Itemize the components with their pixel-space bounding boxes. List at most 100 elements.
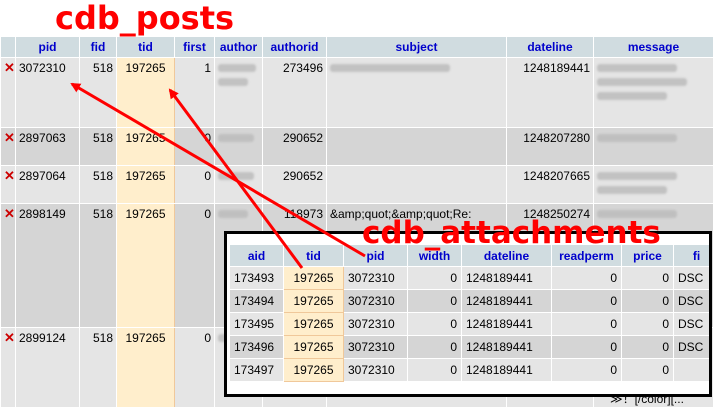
attachments-table: aid tid pid width dateline readperm pric… <box>229 244 709 382</box>
cell-filename: DSC <box>673 289 709 313</box>
cell-pid: 2899124 <box>15 327 80 408</box>
cell-price: 0 <box>621 335 674 359</box>
cell-first: 0 <box>174 127 215 166</box>
cell-pid: 2898149 <box>15 203 80 328</box>
cell-dateline: 1248189441 <box>461 335 552 359</box>
cell-aid: 173494 <box>229 289 284 313</box>
cell-filename: DSC <box>673 335 709 359</box>
posts-header-row: pid fid tid first author authorid subjec… <box>0 36 713 58</box>
cell-authorid: 290652 <box>262 165 327 204</box>
cell-pid: 3072310 <box>343 266 408 290</box>
cell-price: 0 <box>621 312 674 336</box>
delete-icon[interactable]: ✕ <box>0 327 16 408</box>
cell-fid: 518 <box>79 203 117 328</box>
cell-author-redacted <box>214 165 263 204</box>
cell-subject-redacted <box>326 57 507 128</box>
cell-tid: 197265 <box>116 327 175 408</box>
cell-dateline: 1248189441 <box>461 312 552 336</box>
cell-aid: 173495 <box>229 312 284 336</box>
table-row: ✕ 2897064 518 197265 0 290652 1248207665 <box>0 165 713 204</box>
posts-header-first[interactable]: first <box>174 36 215 58</box>
cell-width: 0 <box>407 312 462 336</box>
cell-author-redacted <box>214 127 263 166</box>
cell-first: 0 <box>174 165 215 204</box>
cell-dateline: 1248207665 <box>506 165 594 204</box>
posts-header-authorid[interactable]: authorid <box>262 36 327 58</box>
cell-pid: 2897064 <box>15 165 80 204</box>
attach-header-filename[interactable]: fi <box>673 244 709 267</box>
posts-header-fid[interactable]: fid <box>79 36 117 58</box>
cell-tid: 197265 <box>283 266 344 290</box>
cell-readperm: 0 <box>551 312 622 336</box>
cell-pid: 3072310 <box>343 358 408 382</box>
cell-filename: DSC <box>673 312 709 336</box>
table-row: ✕ 3072310 518 197265 1 273496 1248189441 <box>0 57 713 128</box>
cell-first: 0 <box>174 203 215 328</box>
cell-first: 0 <box>174 327 215 408</box>
cell-aid: 173496 <box>229 335 284 359</box>
cell-message-redacted <box>593 57 713 128</box>
cell-pid: 2897063 <box>15 127 80 166</box>
cell-price: 0 <box>621 358 674 382</box>
delete-icon[interactable]: ✕ <box>0 165 16 204</box>
cell-readperm: 0 <box>551 358 622 382</box>
attachments-panel: aid tid pid width dateline readperm pric… <box>224 231 712 397</box>
cell-pid: 3072310 <box>343 312 408 336</box>
table-row: 173493 197265 3072310 0 1248189441 0 0 D… <box>229 266 709 290</box>
table-row: ✕ 2897063 518 197265 0 290652 1248207280 <box>0 127 713 166</box>
cell-aid: 173497 <box>229 358 284 382</box>
cell-tid: 197265 <box>283 358 344 382</box>
attachments-table-title: cdb_attachments <box>362 215 661 251</box>
cell-authorid: 273496 <box>262 57 327 128</box>
cell-tid: 197265 <box>116 127 175 166</box>
posts-header-tid[interactable]: tid <box>116 36 175 58</box>
cell-tid: 197265 <box>116 165 175 204</box>
cell-pid: 3072310 <box>343 335 408 359</box>
cell-tid: 197265 <box>116 203 175 328</box>
cell-price: 0 <box>621 266 674 290</box>
cell-fid: 518 <box>79 127 117 166</box>
attach-header-aid[interactable]: aid <box>229 244 284 267</box>
cell-message-redacted <box>593 127 713 166</box>
cell-fid: 518 <box>79 327 117 408</box>
cell-tid: 197265 <box>116 57 175 128</box>
cell-readperm: 0 <box>551 335 622 359</box>
posts-header-author[interactable]: author <box>214 36 263 58</box>
posts-header-subject[interactable]: subject <box>326 36 507 58</box>
cell-fid: 518 <box>79 57 117 128</box>
cell-author-redacted <box>214 57 263 128</box>
cell-subject <box>326 127 507 166</box>
table-row: 173497 197265 3072310 0 1248189441 0 0 <box>229 358 709 382</box>
cell-message-redacted <box>593 165 713 204</box>
attach-header-tid[interactable]: tid <box>283 244 344 267</box>
cell-dateline: 1248189441 <box>461 358 552 382</box>
cell-tid: 197265 <box>283 289 344 313</box>
posts-header-action <box>0 36 16 58</box>
delete-icon[interactable]: ✕ <box>0 203 16 328</box>
posts-header-pid[interactable]: pid <box>15 36 80 58</box>
cell-dateline: 1248189441 <box>461 289 552 313</box>
table-row: 173495 197265 3072310 0 1248189441 0 0 D… <box>229 312 709 336</box>
cell-dateline: 1248189441 <box>461 266 552 290</box>
cell-dateline: 1248207280 <box>506 127 594 166</box>
delete-icon[interactable]: ✕ <box>0 57 16 128</box>
cell-subject <box>326 165 507 204</box>
cell-price: 0 <box>621 289 674 313</box>
posts-header-dateline[interactable]: dateline <box>506 36 594 58</box>
cell-authorid: 290652 <box>262 127 327 166</box>
cell-filename <box>673 358 709 382</box>
posts-header-message[interactable]: message <box>593 36 713 58</box>
cell-pid: 3072310 <box>343 289 408 313</box>
cell-first: 1 <box>174 57 215 128</box>
cell-fid: 518 <box>79 165 117 204</box>
cell-tid: 197265 <box>283 312 344 336</box>
cell-readperm: 0 <box>551 289 622 313</box>
cell-width: 0 <box>407 358 462 382</box>
cell-width: 0 <box>407 335 462 359</box>
cell-filename: DSC <box>673 266 709 290</box>
cell-width: 0 <box>407 289 462 313</box>
delete-icon[interactable]: ✕ <box>0 127 16 166</box>
posts-table-title: cdb_posts <box>55 0 235 37</box>
cell-dateline: 1248189441 <box>506 57 594 128</box>
cell-readperm: 0 <box>551 266 622 290</box>
